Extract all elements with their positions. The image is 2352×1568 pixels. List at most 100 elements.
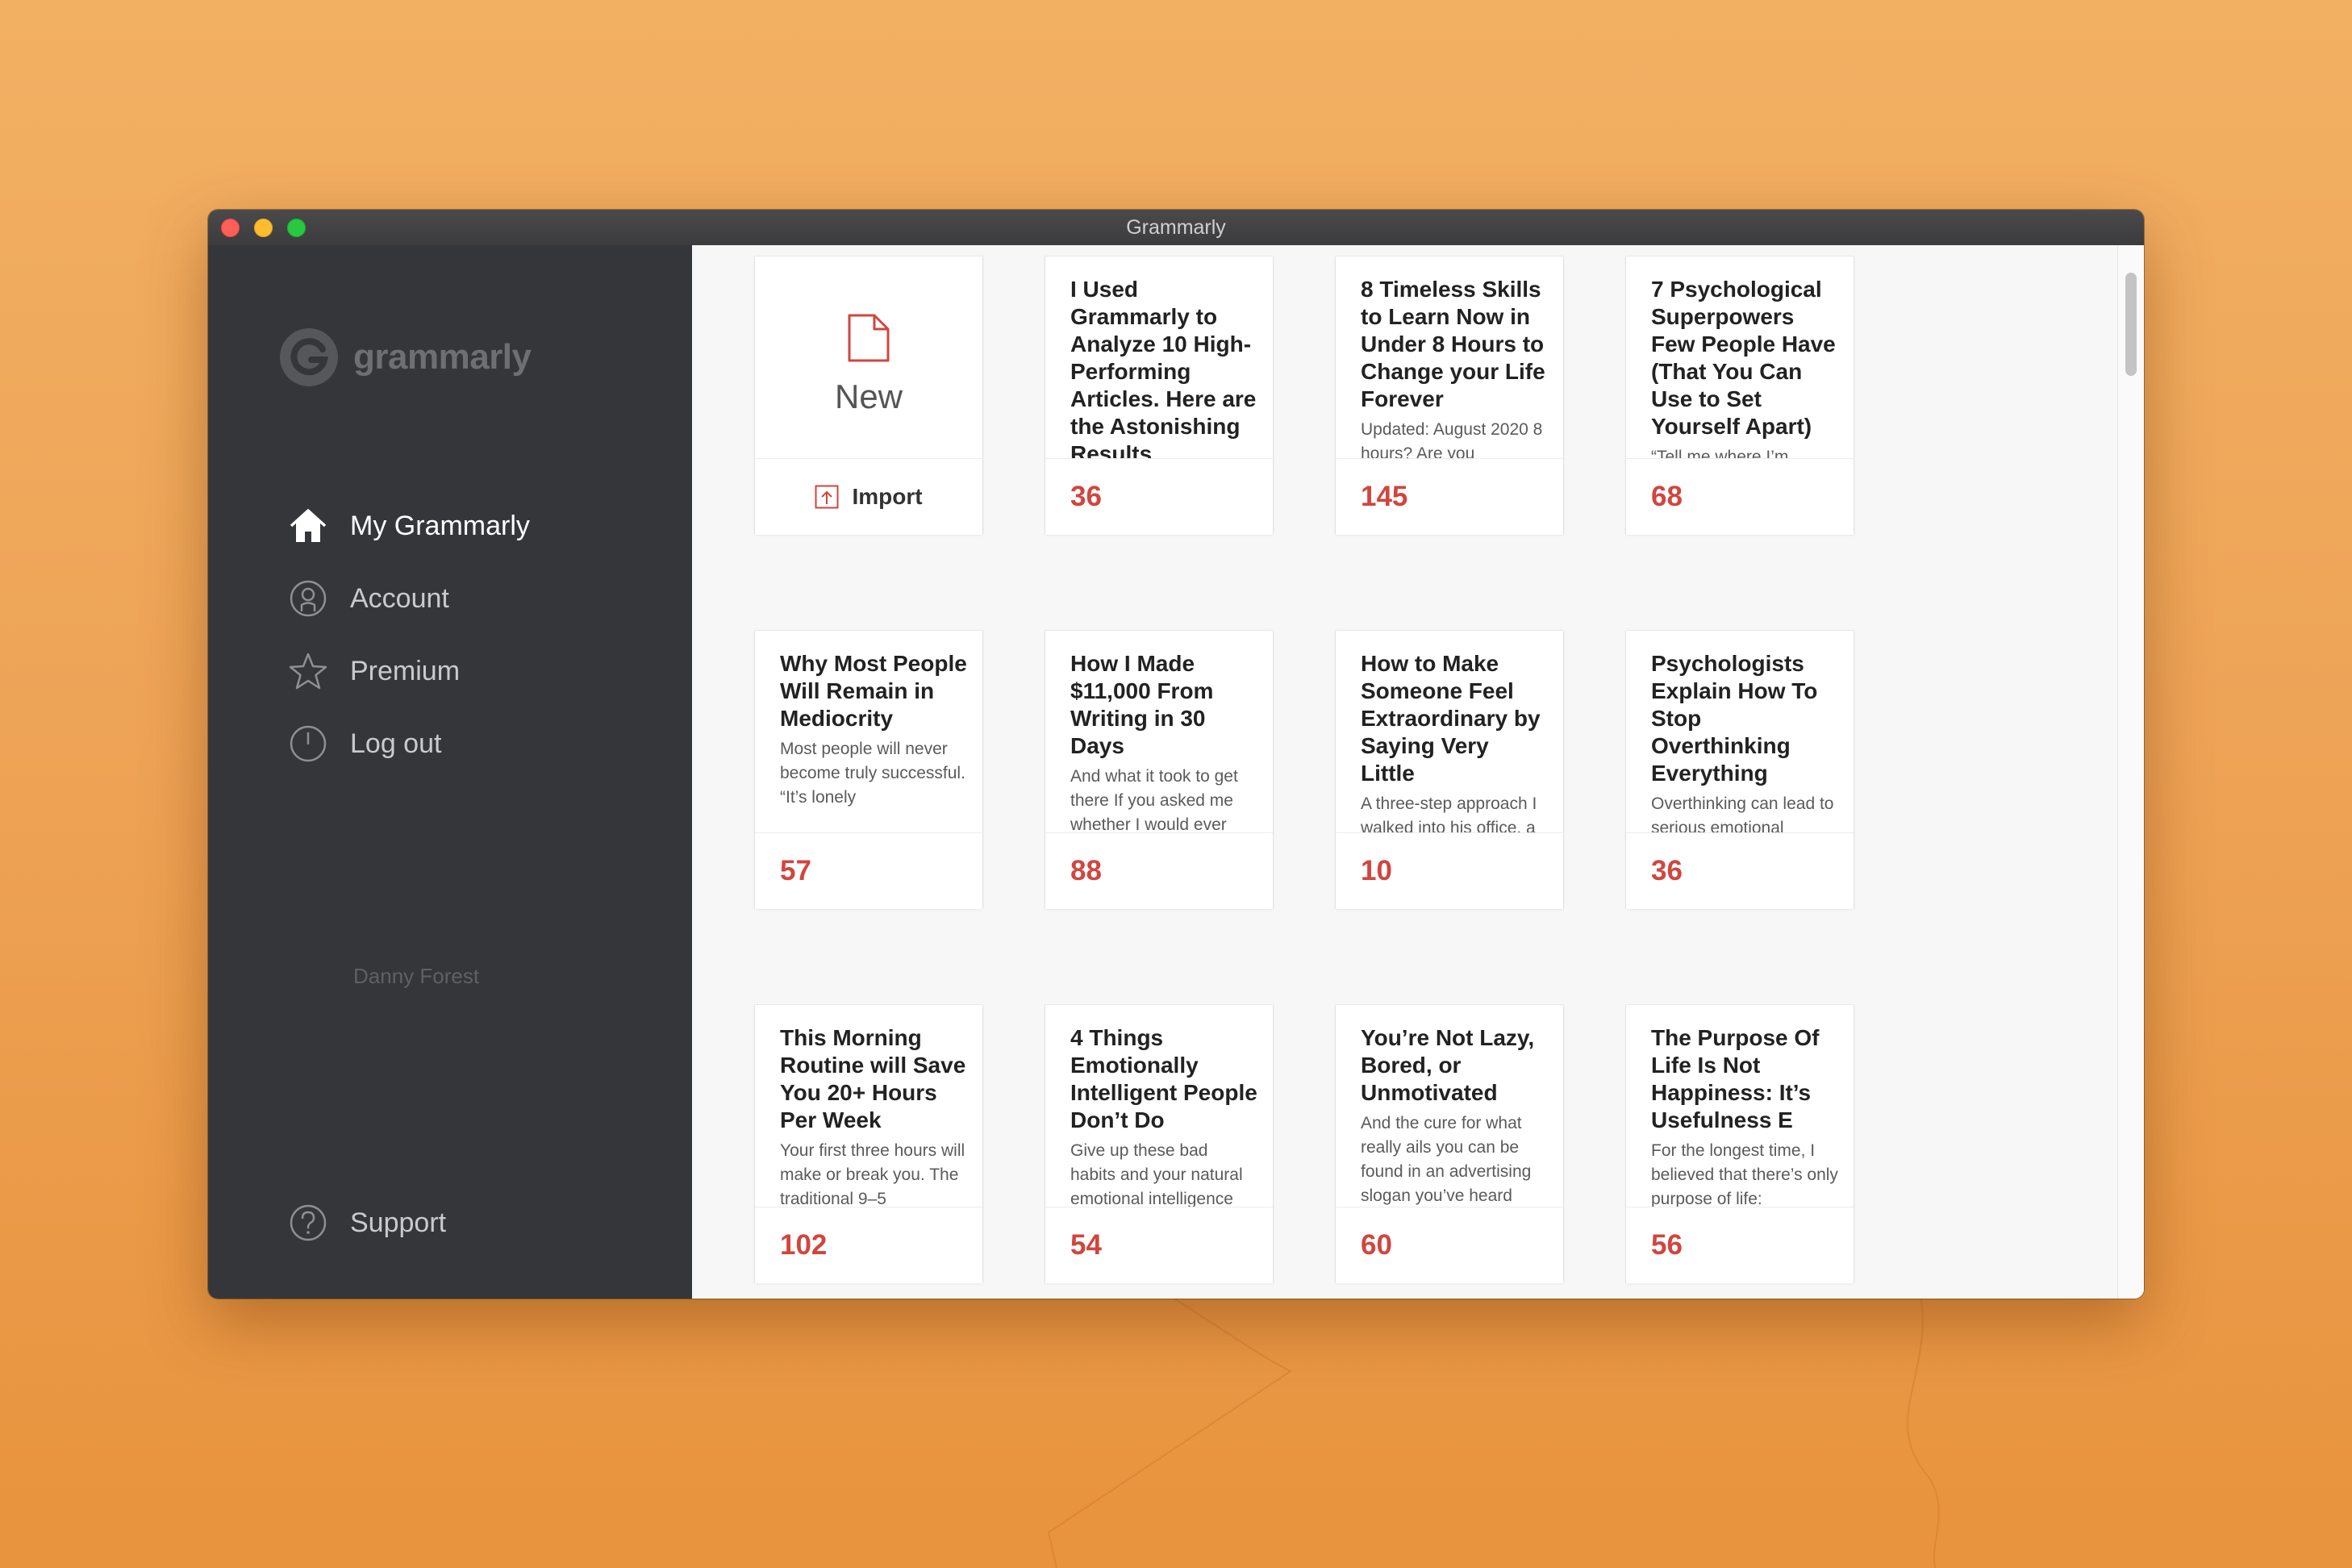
- document-preview: 7 Psychological Superpowers Few People H…: [1626, 256, 1854, 458]
- document-preview: Psychologists Explain How To Stop Overth…: [1626, 631, 1854, 832]
- document-card[interactable]: You’re Not Lazy, Bored, or Unmotivated An…: [1336, 1005, 1563, 1283]
- document-title-text: How to Make Someone Feel Extraordinary b…: [1361, 651, 1541, 786]
- help-icon: [289, 1203, 327, 1242]
- document-excerpt: Your first three hours will make or brea…: [780, 1141, 965, 1207]
- title-bar: Grammarly: [208, 210, 2144, 246]
- new-document-card: New Import: [755, 256, 982, 535]
- document-footer: 57: [755, 832, 982, 909]
- document-card[interactable]: 4 Things Emotionally Intelligent People …: [1045, 1005, 1273, 1283]
- logo-text: grammarly: [353, 337, 532, 377]
- document-footer: 10: [1336, 832, 1563, 909]
- document-excerpt: A three-step approach I walked into his …: [1361, 794, 1537, 832]
- document-card[interactable]: Why Most People Will Remain in Mediocrit…: [755, 631, 982, 909]
- power-icon: [289, 724, 327, 763]
- document-excerpt: Most people will never become truly succ…: [780, 740, 965, 807]
- home-icon: [289, 507, 327, 545]
- app-window: Grammarly grammarly My Grammarly Account…: [208, 210, 2144, 1299]
- document-title-text: 8 Timeless Skills to Learn Now in Under …: [1361, 277, 1545, 411]
- issue-count: 36: [1651, 855, 1683, 886]
- document-title: You’re Not Lazy, Bored, or Unmotivated An…: [1361, 1024, 1548, 1207]
- document-title: This Morning Routine will Save You 20+ H…: [780, 1024, 967, 1207]
- document-footer: 56: [1626, 1207, 1854, 1283]
- document-title-text: Why Most People Will Remain in Mediocrit…: [780, 651, 967, 731]
- document-excerpt: “Tell me where I’m: [1651, 448, 1789, 458]
- document-title-text: I Used Grammarly to Analyze 10 High-Perf…: [1070, 277, 1257, 458]
- window-title: Grammarly: [1126, 216, 1226, 239]
- document-preview: This Morning Routine will Save You 20+ H…: [755, 1005, 982, 1207]
- document-excerpt: For the longest time, I believed that th…: [1651, 1141, 1838, 1207]
- document-title: How to Make Someone Feel Extraordinary b…: [1361, 650, 1548, 832]
- issue-count: 57: [780, 855, 811, 886]
- user-icon: [289, 579, 327, 618]
- document-footer: 60: [1336, 1207, 1563, 1283]
- document-preview: The Purpose Of Life Is Not Happiness: It…: [1626, 1005, 1854, 1207]
- document-title-text: 4 Things Emotionally Intelligent People …: [1070, 1025, 1257, 1132]
- document-footer: 68: [1626, 458, 1854, 535]
- sidebar-item-label: Premium: [350, 655, 461, 686]
- document-excerpt: Overthinking can lead to serious emotion…: [1651, 794, 1834, 832]
- document-footer: 88: [1045, 832, 1273, 909]
- document-footer: 36: [1626, 832, 1854, 909]
- sidebar-item-label: Log out: [350, 728, 442, 759]
- document-preview: I Used Grammarly to Analyze 10 High-Perf…: [1045, 256, 1273, 458]
- issue-count: 102: [780, 1229, 828, 1261]
- sidebar-item-label: Support: [350, 1207, 447, 1238]
- document-preview: 8 Timeless Skills to Learn Now in Under …: [1336, 256, 1563, 458]
- document-preview: How to Make Someone Feel Extraordinary b…: [1336, 631, 1563, 832]
- new-document-icon: [848, 314, 890, 362]
- document-card[interactable]: How I Made $11,000 From Writing in 30 Da…: [1045, 631, 1273, 909]
- document-title-text: You’re Not Lazy, Bored, or Unmotivated: [1361, 1025, 1535, 1105]
- grammarly-logo-icon: [280, 328, 338, 386]
- scroll-thumb[interactable]: [2125, 273, 2137, 376]
- issue-count: 36: [1070, 481, 1102, 512]
- document-card[interactable]: This Morning Routine will Save You 20+ H…: [755, 1005, 982, 1283]
- document-footer: 36: [1045, 458, 1273, 535]
- document-preview: How I Made $11,000 From Writing in 30 Da…: [1045, 631, 1273, 832]
- document-title: 8 Timeless Skills to Learn Now in Under …: [1361, 276, 1548, 458]
- import-button[interactable]: Import: [755, 458, 982, 535]
- document-title-text: Psychologists Explain How To Stop Overth…: [1651, 651, 1818, 786]
- document-card[interactable]: The Purpose Of Life Is Not Happiness: It…: [1626, 1005, 1854, 1283]
- document-card[interactable]: How to Make Someone Feel Extraordinary b…: [1336, 631, 1563, 909]
- new-document-label: New: [834, 377, 903, 415]
- sidebar-item-log-out[interactable]: Log out: [289, 719, 441, 768]
- document-card[interactable]: 7 Psychological Superpowers Few People H…: [1626, 256, 1854, 535]
- document-preview: You’re Not Lazy, Bored, or Unmotivated An…: [1336, 1005, 1563, 1207]
- document-preview: 4 Things Emotionally Intelligent People …: [1045, 1005, 1273, 1207]
- document-excerpt: And the cure for what really ails you ca…: [1361, 1114, 1532, 1205]
- document-grid: New Import I Used Grammarly to Analyze 1…: [692, 245, 2144, 1299]
- document-title: 4 Things Emotionally Intelligent People …: [1070, 1024, 1257, 1207]
- import-icon: [815, 485, 839, 509]
- sidebar-item-account[interactable]: Account: [289, 574, 449, 623]
- document-card[interactable]: Psychologists Explain How To Stop Overth…: [1626, 631, 1854, 909]
- document-title-text: This Morning Routine will Save You 20+ H…: [780, 1025, 966, 1132]
- document-footer: 145: [1336, 458, 1563, 535]
- document-excerpt: And what it took to get there If you ask…: [1070, 767, 1238, 832]
- account-username: Danny Forest: [353, 964, 480, 988]
- issue-count: 88: [1070, 855, 1102, 886]
- document-footer: 54: [1045, 1207, 1273, 1283]
- document-title: How I Made $11,000 From Writing in 30 Da…: [1070, 650, 1257, 832]
- document-title: Why Most People Will Remain in Mediocrit…: [780, 650, 967, 810]
- import-label: Import: [852, 484, 923, 509]
- document-card[interactable]: I Used Grammarly to Analyze 10 High-Perf…: [1045, 256, 1273, 535]
- document-footer: 102: [755, 1207, 982, 1283]
- grammarly-logo: grammarly: [279, 327, 532, 388]
- issue-count: 56: [1651, 1229, 1683, 1261]
- document-title-text: How I Made $11,000 From Writing in 30 Da…: [1070, 651, 1214, 758]
- document-title: 7 Psychological Superpowers Few People H…: [1651, 276, 1838, 458]
- sidebar-item-support[interactable]: Support: [289, 1199, 446, 1247]
- scrollbar[interactable]: [2117, 245, 2144, 1299]
- issue-count: 68: [1651, 481, 1683, 512]
- new-document-button[interactable]: New: [755, 256, 982, 458]
- document-title: Psychologists Explain How To Stop Overth…: [1651, 650, 1838, 832]
- sidebar-item-label: Account: [350, 582, 449, 614]
- issue-count: 10: [1361, 855, 1392, 886]
- issue-count: 145: [1361, 481, 1408, 512]
- document-card[interactable]: 8 Timeless Skills to Learn Now in Under …: [1336, 256, 1563, 535]
- sidebar-item-premium[interactable]: Premium: [289, 647, 460, 695]
- issue-count: 60: [1361, 1229, 1392, 1261]
- document-excerpt: Updated: August 2020 8 hours? Are you: [1361, 420, 1543, 458]
- sidebar-item-my-grammarly[interactable]: My Grammarly: [289, 502, 530, 550]
- issue-count: 54: [1070, 1229, 1102, 1261]
